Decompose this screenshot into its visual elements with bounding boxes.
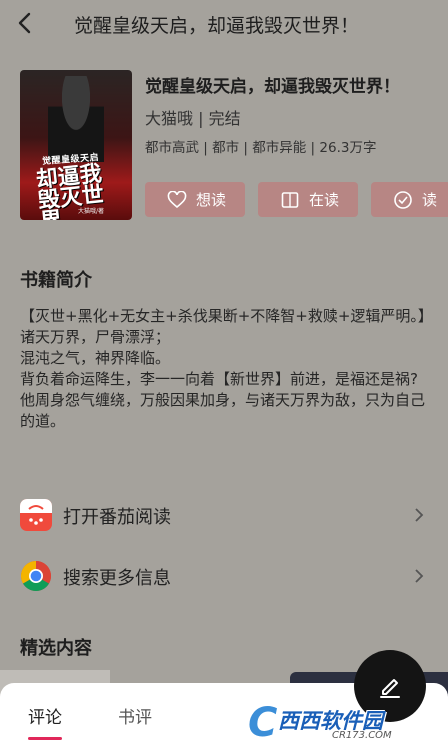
cover-figure — [48, 76, 104, 162]
intro-paragraph: 诸天万界，尸骨漂浮； — [20, 328, 171, 346]
chevron-right-icon — [415, 569, 424, 583]
tab-comments[interactable]: 评论 — [28, 703, 62, 728]
chevron-left-icon — [18, 12, 31, 34]
search-more-info-label: 搜索更多信息 — [63, 568, 171, 589]
tab-reviews[interactable]: 书评 — [118, 703, 152, 728]
finished-reading-label: 读 — [422, 191, 438, 209]
cover-author: 大猫哦/著 — [78, 208, 105, 215]
reading-label: 在读 — [309, 191, 340, 209]
book-title: 觉醒皇级天启，却逼我毁灭世界！ — [145, 77, 400, 97]
intro-paragraph: 【灭世+黑化+无女主+杀伐果断+不降智+救赎+逻辑严明。】 — [20, 307, 433, 325]
book-cover[interactable]: 觉醒皇级天启 却逼我毁灭世界 大猫哦/著 — [20, 70, 132, 220]
site-watermark: C 西西软件园 CR173.COM — [248, 700, 444, 746]
author-status[interactable]: 大猫哦 | 完结 — [145, 105, 241, 129]
intro-text: 【灭世+黑化+无女主+杀伐果断+不降智+救赎+逻辑严明。】 诸天万界，尸骨漂浮；… — [20, 306, 433, 432]
intro-paragraph: 混沌之气，神界降临。 — [20, 349, 171, 367]
top-bar: 觉醒皇级天启，却逼我毁灭世界！ — [0, 0, 448, 48]
back-button[interactable] — [10, 8, 42, 40]
book-meta: 都市高武 | 都市 | 都市异能 | 26.3万字 — [145, 140, 377, 156]
active-tab-indicator — [28, 737, 62, 740]
watermark-logo-glyph: C — [248, 700, 278, 746]
check-circle-icon — [394, 190, 412, 209]
open-tomato-reader-label: 打开番茄阅读 — [63, 507, 171, 528]
intro-paragraph: 背负着命运降生，李一一向着【新世界】前进，是福还是祸? — [20, 370, 418, 388]
finished-reading-button[interactable]: 读 — [371, 182, 448, 217]
page-title: 觉醒皇级天启，却逼我毁灭世界！ — [74, 15, 360, 37]
heart-icon — [167, 190, 187, 208]
chrome-icon — [20, 561, 52, 592]
book-icon — [281, 191, 299, 208]
open-tomato-reader-row[interactable]: 打开番茄阅读 — [0, 486, 448, 544]
want-to-read-button[interactable]: 想读 — [145, 182, 245, 217]
featured-heading: 精选内容 — [20, 638, 92, 659]
reading-button[interactable]: 在读 — [258, 182, 358, 217]
tomato-reader-icon — [20, 499, 52, 531]
intro-paragraph: 他周身怨气缠绕，万般因果加身，与诸天万界为敌，只为自己的道。 — [20, 391, 426, 430]
watermark-url: CR173.COM — [332, 730, 392, 741]
want-to-read-label: 想读 — [196, 191, 227, 209]
chevron-right-icon — [415, 508, 424, 522]
pencil-icon — [380, 679, 400, 698]
search-more-info-row[interactable]: 搜索更多信息 — [0, 547, 448, 605]
intro-heading: 书籍简介 — [20, 270, 92, 291]
